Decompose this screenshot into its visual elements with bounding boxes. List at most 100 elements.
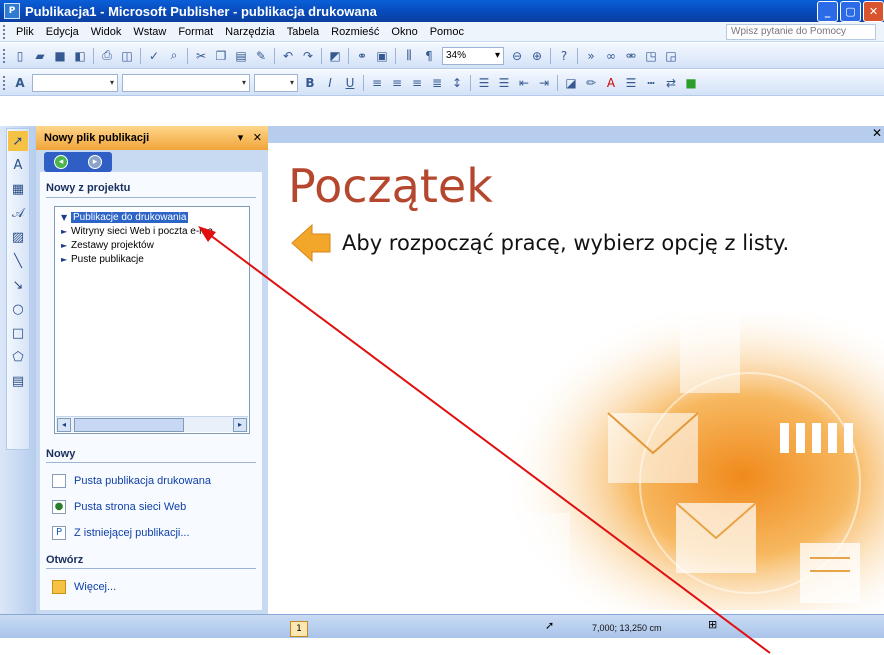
close-button[interactable]: ✕	[863, 1, 884, 22]
bold-icon[interactable]: B	[302, 75, 318, 91]
menu-tabela[interactable]: Tabela	[281, 26, 325, 38]
style-select[interactable]: ▾	[32, 73, 118, 92]
line-style-icon[interactable]: ☰	[623, 75, 639, 91]
undo-icon[interactable]: ↶	[280, 48, 296, 64]
insert-table-icon[interactable]: ▦	[8, 179, 28, 199]
scroll-right-icon[interactable]: ▸	[233, 418, 247, 432]
print-preview-icon[interactable]: ◫	[119, 48, 135, 64]
picture-frame-icon[interactable]: ▨	[8, 227, 28, 247]
new-document-icon[interactable]: ▯	[12, 48, 28, 64]
open-folder-icon[interactable]: ▰	[32, 48, 48, 64]
print-icon[interactable]: ⎙	[99, 48, 115, 64]
blank-print-publication-link[interactable]: Pusta publikacja drukowana	[52, 474, 211, 488]
publisher-icon[interactable]: P	[4, 3, 20, 19]
save-icon[interactable]: ■	[52, 48, 68, 64]
redo-icon[interactable]: ↷	[300, 48, 316, 64]
italic-icon[interactable]: I	[322, 75, 338, 91]
font-select[interactable]: ▾	[122, 73, 250, 92]
horizontal-scrollbar[interactable]: ◂ ▸	[56, 416, 248, 432]
align-left-icon[interactable]: ≡	[369, 75, 385, 91]
menu-rozmiesc[interactable]: Rozmieść	[325, 26, 385, 38]
tree-item[interactable]: ▼ Publikacje do drukowania	[55, 210, 249, 224]
help-icon[interactable]: ?	[556, 48, 572, 64]
justify-icon[interactable]: ≣	[429, 75, 445, 91]
arrow-icon[interactable]: ↘	[8, 275, 28, 295]
web-preview-icon[interactable]: ◲	[663, 48, 679, 64]
research-icon[interactable]: ⌕	[166, 48, 182, 64]
arrow-style-icon[interactable]: ⇄	[663, 75, 679, 91]
menu-wstaw[interactable]: Wstaw	[127, 26, 172, 38]
zoom-in-icon[interactable]: ⊕	[529, 48, 545, 64]
text-box-icon[interactable]: A	[8, 155, 28, 175]
chevron-down-icon[interactable]: ▾	[238, 131, 244, 144]
autoshapes-icon[interactable]: ⬠	[8, 347, 28, 367]
toolbar-grip[interactable]	[3, 48, 6, 63]
tree-item[interactable]: ► Puste publikacje	[55, 252, 249, 266]
menu-edycja[interactable]: Edycja	[40, 26, 85, 38]
hyperlink-icon[interactable]: ⚭	[354, 48, 370, 64]
close-icon[interactable]: ✕	[253, 131, 262, 144]
spelling-icon[interactable]: ✓	[146, 48, 162, 64]
shadow-style-icon[interactable]: ■	[683, 75, 699, 91]
close-icon[interactable]: ✕	[872, 126, 882, 140]
page-navigation-button[interactable]: 1	[290, 621, 308, 637]
menu-grip[interactable]	[3, 24, 6, 39]
cut-icon[interactable]: ✂	[193, 48, 209, 64]
zoom-select[interactable]: 34% ▾	[442, 46, 504, 65]
columns-icon[interactable]: ⫼	[401, 48, 417, 64]
decrease-indent-icon[interactable]: ⇤	[516, 75, 532, 91]
publication-type-tree[interactable]: ▼ Publikacje do drukowania ► Witryny sie…	[54, 206, 250, 434]
numbering-icon[interactable]: ☰	[476, 75, 492, 91]
copy-icon[interactable]: ❐	[213, 48, 229, 64]
menu-pomoc[interactable]: Pomoc	[424, 26, 470, 38]
minimize-button[interactable]: _	[817, 1, 838, 22]
scroll-thumb[interactable]	[74, 418, 184, 432]
line-spacing-icon[interactable]: ↕	[449, 75, 465, 91]
align-center-icon[interactable]: ≡	[389, 75, 405, 91]
special-characters-icon[interactable]: ¶	[421, 48, 437, 64]
menu-plik[interactable]: Plik	[10, 26, 40, 38]
fill-color-icon[interactable]: ◪	[563, 75, 579, 91]
object-size-icon: ⊞	[708, 618, 718, 631]
menu-narzedzia[interactable]: Narzędzia	[219, 26, 281, 38]
align-right-icon[interactable]: ≡	[409, 75, 425, 91]
increase-indent-icon[interactable]: ⇥	[536, 75, 552, 91]
toolbar-grip[interactable]	[3, 75, 6, 90]
wordart-icon[interactable]: 𝒜	[8, 203, 28, 223]
line-icon[interactable]: ╲	[8, 251, 28, 271]
from-existing-publication-link[interactable]: P Z istniejącej publikacji...	[52, 526, 190, 540]
unlink-icon[interactable]: ⚮	[623, 48, 639, 64]
menu-format[interactable]: Format	[172, 26, 219, 38]
blank-web-page-link[interactable]: ● Pusta strona sieci Web	[52, 500, 186, 514]
forward-icon[interactable]: ▸	[88, 155, 102, 169]
design-gallery-icon[interactable]: ▤	[8, 371, 28, 391]
rectangle-icon[interactable]: □	[8, 323, 28, 343]
tree-item[interactable]: ► Zestawy projektów	[55, 238, 249, 252]
permission-icon[interactable]: ◧	[72, 48, 88, 64]
styles-icon[interactable]: A	[12, 75, 28, 91]
select-objects-icon[interactable]: ➚	[8, 131, 28, 151]
toolbar-options-icon[interactable]: »	[583, 48, 599, 64]
back-icon[interactable]: ◂	[54, 155, 68, 169]
underline-icon[interactable]: U	[342, 75, 358, 91]
insert-picture-icon[interactable]: ▣	[374, 48, 390, 64]
oval-icon[interactable]: ○	[8, 299, 28, 319]
help-search-input[interactable]: Wpisz pytanie do Pomocy	[726, 24, 876, 40]
dash-style-icon[interactable]: ┅	[643, 75, 659, 91]
font-size-select[interactable]: ▾	[254, 73, 298, 92]
paste-icon[interactable]: ▤	[233, 48, 249, 64]
format-painter-icon[interactable]: ✎	[253, 48, 269, 64]
menu-widok[interactable]: Widok	[85, 26, 128, 38]
zoom-out-icon[interactable]: ⊖	[509, 48, 525, 64]
web-page-icon[interactable]: ◳	[643, 48, 659, 64]
open-more-link[interactable]: Więcej...	[52, 580, 116, 594]
menu-okno[interactable]: Okno	[385, 26, 423, 38]
font-color-icon[interactable]: A	[603, 75, 619, 91]
link-icon[interactable]: ∞	[603, 48, 619, 64]
bring-to-front-icon[interactable]: ◩	[327, 48, 343, 64]
line-color-icon[interactable]: ✏	[583, 75, 599, 91]
scroll-left-icon[interactable]: ◂	[57, 418, 71, 432]
tree-item[interactable]: ► Witryny sieci Web i poczta e-ma	[55, 224, 249, 238]
bullets-icon[interactable]: ☰	[496, 75, 512, 91]
maximize-button[interactable]: ▢	[840, 1, 861, 22]
